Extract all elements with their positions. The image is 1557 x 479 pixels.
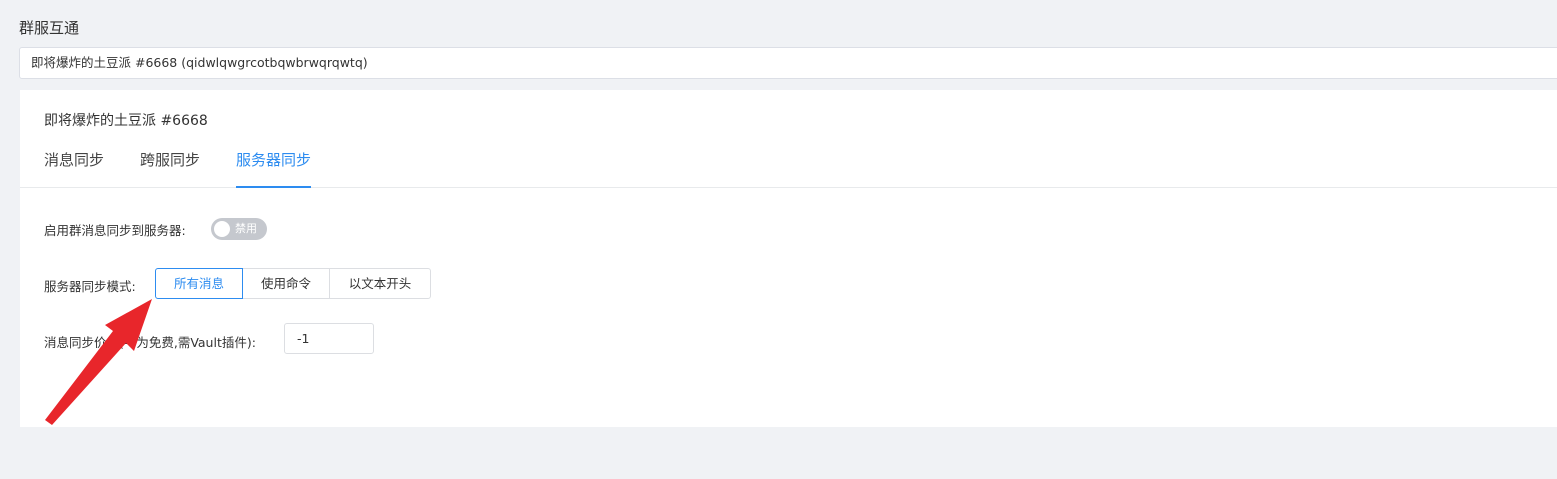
sync-price-label: 消息同步价格(-1为免费,需Vault插件):: [44, 335, 256, 350]
enable-sync-label: 启用群消息同步到服务器:: [44, 223, 186, 238]
tab-cross-server-sync[interactable]: 跨服同步: [140, 148, 200, 188]
tab-server-sync[interactable]: 服务器同步: [236, 148, 312, 188]
tab-message-sync[interactable]: 消息同步: [44, 148, 104, 188]
sync-price-input[interactable]: -1: [284, 323, 374, 354]
server-select[interactable]: 即将爆炸的土豆派 #6668 (qidwlqwgrcotbqwbrwqrqwtq…: [19, 47, 1557, 79]
sync-mode-label: 服务器同步模式:: [44, 279, 136, 294]
mode-use-command[interactable]: 使用命令: [242, 268, 330, 299]
mode-all-messages[interactable]: 所有消息: [155, 268, 243, 299]
server-card: 即将爆炸的土豆派 #6668 消息同步 跨服同步 服务器同步 启用群消息同步到服…: [20, 90, 1557, 427]
sync-mode-group: 所有消息 使用命令 以文本开头: [155, 268, 431, 299]
page: 群服互通 即将爆炸的土豆派 #6668 (qidwlqwgrcotbqwbrwq…: [0, 0, 1557, 479]
toggle-knob: [214, 221, 230, 237]
enable-sync-toggle[interactable]: 禁用: [211, 218, 267, 240]
toggle-state-text: 禁用: [235, 222, 257, 235]
mode-starts-with-text[interactable]: 以文本开头: [329, 268, 431, 299]
section-title: 群服互通: [19, 19, 80, 37]
tab-bar: 消息同步 跨服同步 服务器同步: [20, 148, 1557, 188]
card-title: 即将爆炸的土豆派 #6668: [44, 113, 208, 129]
